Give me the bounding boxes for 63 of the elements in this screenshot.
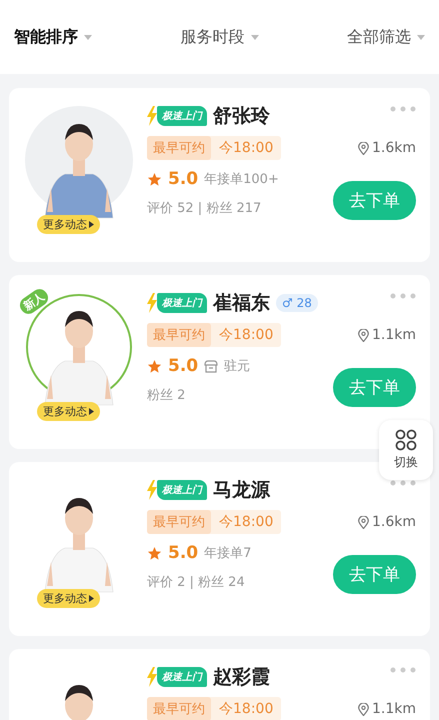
stats-text: 评价 2 | 粉丝 24 bbox=[147, 574, 246, 591]
worker-card[interactable]: 新人 更多动态 极速上门 崔福东 ♂ 28 最早可约 今18:00 1.1km 5.0 驻元 粉丝 2 去下单 bbox=[9, 275, 430, 449]
worker-name: 舒张玲 bbox=[213, 104, 270, 129]
triangle-icon bbox=[89, 221, 94, 228]
slot-time: 今18:00 bbox=[218, 513, 274, 532]
storefront-icon bbox=[204, 360, 218, 372]
grid-icon bbox=[395, 429, 417, 451]
location-pin-icon bbox=[358, 328, 369, 342]
worker-name: 马龙源 bbox=[213, 478, 270, 503]
stats-text: 粉丝 2 bbox=[147, 387, 186, 404]
slot-label: 最早可约 bbox=[147, 323, 211, 347]
caret-icon bbox=[417, 34, 425, 40]
worker-name: 崔福东 bbox=[213, 291, 270, 316]
lightning-icon bbox=[147, 293, 157, 313]
more-updates-button[interactable]: 更多动态 bbox=[37, 589, 100, 608]
speed-tag: 极速上门 bbox=[157, 667, 207, 687]
filter-tab[interactable]: 全部筛选 bbox=[347, 22, 425, 52]
more-icon[interactable] bbox=[390, 667, 416, 673]
speed-tag: 极速上门 bbox=[157, 106, 207, 126]
distance-text: 1.6km bbox=[372, 140, 416, 156]
slot-time: 今18:00 bbox=[218, 700, 274, 719]
more-updates-button[interactable]: 更多动态 bbox=[37, 402, 100, 421]
extra-info: 驻元 bbox=[224, 358, 250, 375]
location-pin-icon bbox=[358, 516, 369, 528]
speed-tag: 极速上门 bbox=[157, 293, 207, 313]
slot-label: 最早可约 bbox=[147, 136, 211, 160]
distance-text: 1.1km bbox=[372, 701, 416, 717]
lightning-icon bbox=[147, 667, 157, 687]
worker-card[interactable]: 更多动态 极速上门 舒张玲 最早可约 今18:00 1.6km 5.0 年接单100+ 评价 52 | 粉丝 217 去下单 bbox=[9, 88, 430, 262]
rating-score: 5.0 bbox=[168, 356, 198, 376]
star-icon bbox=[147, 172, 162, 186]
gender-age-tag: ♂ 28 bbox=[276, 294, 318, 312]
filter-tab[interactable]: 智能排序 bbox=[14, 22, 92, 52]
rating-score: 5.0 bbox=[168, 543, 198, 563]
triangle-icon bbox=[89, 595, 94, 602]
more-icon[interactable] bbox=[390, 106, 416, 112]
more-icon[interactable] bbox=[390, 480, 416, 486]
slot-label: 最早可约 bbox=[147, 697, 211, 720]
star-icon bbox=[147, 358, 162, 374]
star-icon bbox=[147, 546, 162, 560]
speed-tag: 极速上门 bbox=[157, 480, 207, 500]
lightning-icon bbox=[147, 106, 157, 126]
location-pin-icon bbox=[358, 142, 369, 154]
stats-text: 评价 52 | 粉丝 217 bbox=[147, 200, 262, 217]
worker-name: 赵彩霞 bbox=[213, 665, 270, 690]
slot-time: 今18:00 bbox=[218, 139, 274, 158]
slot-label: 最早可约 bbox=[147, 510, 211, 534]
filter-tab[interactable]: 服务时段 bbox=[180, 22, 258, 52]
more-icon[interactable] bbox=[390, 293, 416, 299]
caret-icon bbox=[84, 34, 92, 40]
extra-info: 年接单7 bbox=[204, 545, 252, 562]
caret-icon bbox=[250, 34, 258, 40]
distance-text: 1.1km bbox=[372, 327, 416, 343]
slot-time: 今18:00 bbox=[218, 326, 274, 345]
extra-info: 年接单100+ bbox=[204, 171, 279, 188]
location-pin-icon bbox=[358, 702, 369, 716]
switch-view-button[interactable]: 切换 bbox=[379, 420, 433, 480]
worker-card[interactable]: 极速上门 赵彩霞 最早可约 今18:00 1.1km bbox=[9, 649, 430, 720]
distance-text: 1.6km bbox=[372, 514, 416, 530]
rating-score: 5.0 bbox=[168, 169, 198, 189]
more-updates-button[interactable]: 更多动态 bbox=[37, 215, 100, 234]
triangle-icon bbox=[89, 408, 94, 415]
lightning-icon bbox=[147, 480, 157, 500]
